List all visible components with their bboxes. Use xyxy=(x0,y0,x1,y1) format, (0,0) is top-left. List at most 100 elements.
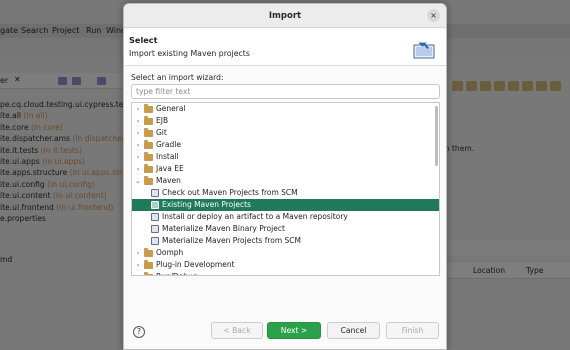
project-name: ite.it.tests xyxy=(0,145,39,155)
project-name: ite.core xyxy=(0,122,29,132)
maven-wizard-icon xyxy=(151,213,159,221)
project-explorer-tab[interactable]: er xyxy=(0,76,8,85)
maven-wizard-icon xyxy=(151,237,159,245)
project-tree-row[interactable]: ite.ui.frontend (in ui.frontend) xyxy=(0,202,123,213)
project-name: ite.ui.config xyxy=(0,179,45,189)
project-tree-row[interactable]: e.properties xyxy=(0,213,123,224)
chevron-right-icon[interactable]: › xyxy=(134,163,142,175)
wizard-category[interactable]: › Java EE xyxy=(132,163,439,175)
wizard-category[interactable]: › Git xyxy=(132,127,439,139)
menu-navigate[interactable]: gate xyxy=(0,26,18,35)
chevron-right-icon[interactable]: › xyxy=(134,271,142,275)
list-scrollbar[interactable] xyxy=(435,106,438,166)
wizard-category[interactable]: ⌄ Maven xyxy=(132,175,439,187)
project-name: ite.ui.apps xyxy=(0,156,40,166)
wizard-category[interactable]: › Oomph xyxy=(132,247,439,259)
menu-project[interactable]: Project xyxy=(52,26,79,35)
menu-search[interactable]: Search xyxy=(21,26,48,35)
chevron-right-icon[interactable]: › xyxy=(134,127,142,139)
chevron-right-icon[interactable]: › xyxy=(134,151,142,163)
wizard-label: Java EE xyxy=(156,164,184,173)
chevron-right-icon[interactable]: › xyxy=(134,247,142,259)
wizard-category[interactable]: › General xyxy=(132,103,439,115)
wizard-category[interactable]: › Run/Debug xyxy=(132,271,439,275)
project-name: pe.cq.cloud.testing.ui.cypress.tests xyxy=(0,100,135,109)
wizard-category[interactable]: › Install xyxy=(132,151,439,163)
cancel-button[interactable]: Cancel xyxy=(327,322,380,339)
wizard-select-label: Select an import wizard: xyxy=(131,73,224,82)
toolbar-icon[interactable] xyxy=(550,81,561,91)
panel-toolbar xyxy=(440,241,570,255)
maven-wizard-icon xyxy=(151,189,159,197)
wizard-category[interactable]: › Gradle xyxy=(132,139,439,151)
chevron-right-icon[interactable]: › xyxy=(134,139,142,151)
project-name: ite.all xyxy=(0,111,22,121)
filter-input[interactable] xyxy=(131,84,440,99)
folder-icon xyxy=(144,140,153,149)
project-location-hint: (in all) xyxy=(23,111,48,121)
menu-run[interactable]: Run xyxy=(86,26,101,35)
wizard-category[interactable]: › Plug-in Development xyxy=(132,259,439,271)
project-tree-row[interactable]: ite.ui.content (in ui.content) xyxy=(0,190,123,201)
dialog-title: Import xyxy=(268,11,302,21)
back-button[interactable]: < Back xyxy=(211,322,263,339)
view-menu-icon[interactable] xyxy=(97,77,106,85)
help-icon[interactable]: ? xyxy=(133,326,145,338)
wizard-label: Check out Maven Projects from SCM xyxy=(162,188,298,197)
toolbar-icon[interactable] xyxy=(522,81,533,91)
wizard-label: Install xyxy=(156,152,179,161)
toolbar-icon[interactable] xyxy=(466,81,477,91)
dialog-titlebar: Import × xyxy=(124,4,446,28)
folder-icon xyxy=(144,176,153,185)
folder-icon xyxy=(144,164,153,173)
close-icon[interactable]: ✕ xyxy=(14,75,21,84)
project-tree-row[interactable]: ite.all (in all) xyxy=(0,110,123,121)
folder-icon xyxy=(144,272,153,275)
toolbar-icon[interactable] xyxy=(494,81,505,91)
chevron-right-icon[interactable]: › xyxy=(134,259,142,271)
wizard-item[interactable]: Existing Maven Projects xyxy=(132,199,439,211)
panel-columns: Location Type xyxy=(440,263,570,279)
toolbar-icon[interactable] xyxy=(536,81,547,91)
toolbar-icon[interactable] xyxy=(452,81,463,91)
project-location-hint: (in ui.config) xyxy=(47,179,96,189)
folder-icon xyxy=(144,116,153,125)
wizard-label: Gradle xyxy=(156,140,181,149)
toolbar-icon[interactable] xyxy=(508,81,519,91)
project-name: ite.apps.structure xyxy=(0,168,68,178)
next-button[interactable]: Next > xyxy=(267,322,321,339)
wizard-label: Plug-in Development xyxy=(156,260,235,269)
maven-wizard-icon xyxy=(151,201,159,209)
wizard-item[interactable]: Materialize Maven Projects from SCM xyxy=(132,235,439,247)
wizard-item[interactable]: Install or deploy an artifact to a Maven… xyxy=(132,211,439,223)
wizard-tree: › General › EJB › Git › Gradle › Install › Java EE ⌄… xyxy=(131,102,440,276)
chevron-right-icon[interactable]: › xyxy=(134,115,142,127)
project-tree-row[interactable]: pe.cq.cloud.testing.ui.cypress.tests (i xyxy=(0,99,142,110)
wizard-label: Materialize Maven Projects from SCM xyxy=(162,236,302,245)
wizard-label: Maven xyxy=(156,176,181,185)
chevron-right-icon[interactable]: › xyxy=(134,103,142,115)
project-tree-row[interactable]: ite.apps.structure (in ui.apps.struc xyxy=(0,167,131,178)
project-location-hint: (in core) xyxy=(31,122,63,132)
maven-wizard-icon xyxy=(151,225,159,233)
close-button[interactable]: × xyxy=(427,9,440,22)
project-tree-row[interactable]: ite.it.tests (in it.tests) xyxy=(0,145,123,156)
wizard-item[interactable]: Materialize Maven Binary Project xyxy=(132,223,439,235)
collapse-all-icon[interactable] xyxy=(58,77,67,85)
project-tree-row[interactable]: ite.core (in core) xyxy=(0,122,123,133)
project-name: ite.ui.frontend xyxy=(0,202,54,212)
project-name: e.properties xyxy=(0,213,46,223)
project-tree-row[interactable]: ite.dispatcher.ams (in dispatcher) xyxy=(0,133,128,144)
toolbar-icon[interactable] xyxy=(480,81,491,91)
chevron-down-icon[interactable]: ⌄ xyxy=(134,175,142,187)
finish-button[interactable]: Finish xyxy=(386,322,439,339)
wizard-item[interactable]: Check out Maven Projects from SCM xyxy=(132,187,439,199)
column-type[interactable]: Type xyxy=(526,266,543,275)
wizard-category[interactable]: › EJB xyxy=(132,115,439,127)
outline-item: md xyxy=(0,255,13,264)
project-tree-row[interactable]: ite.ui.apps (in ui.apps) xyxy=(0,156,123,167)
project-location-hint: (in ui.frontend) xyxy=(56,202,114,212)
link-editor-icon[interactable] xyxy=(72,77,81,85)
project-tree-row[interactable]: ite.ui.config (in ui.config) xyxy=(0,179,123,190)
column-location[interactable]: Location xyxy=(473,266,505,275)
